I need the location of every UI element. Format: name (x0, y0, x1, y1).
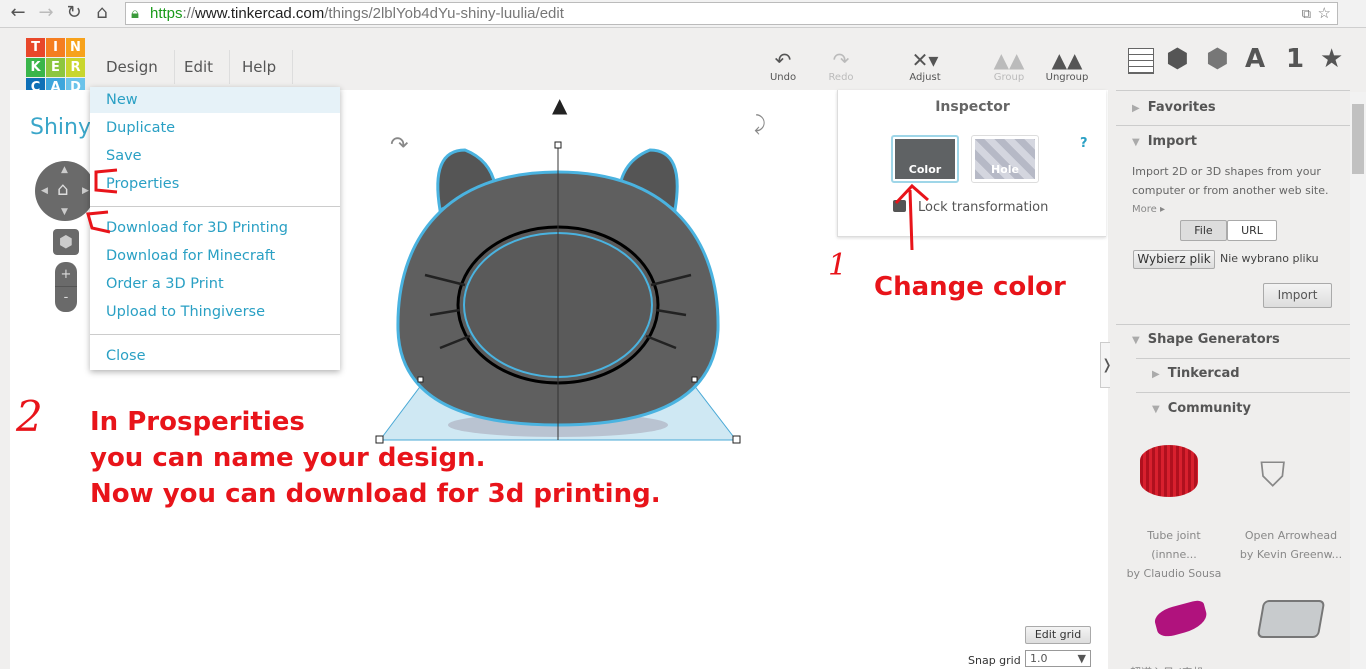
annotation-number-1: 1 (828, 248, 848, 283)
arrow-mark (894, 183, 929, 251)
bracket-mark (86, 210, 111, 234)
bracket-mark (94, 168, 118, 194)
annotation-strokes (86, 168, 929, 251)
annotation-number-2: 2 (16, 392, 43, 441)
annotation-change-color: Change color (874, 272, 1066, 302)
annotation-instructions: In Prosperities you can name your design… (90, 407, 661, 509)
